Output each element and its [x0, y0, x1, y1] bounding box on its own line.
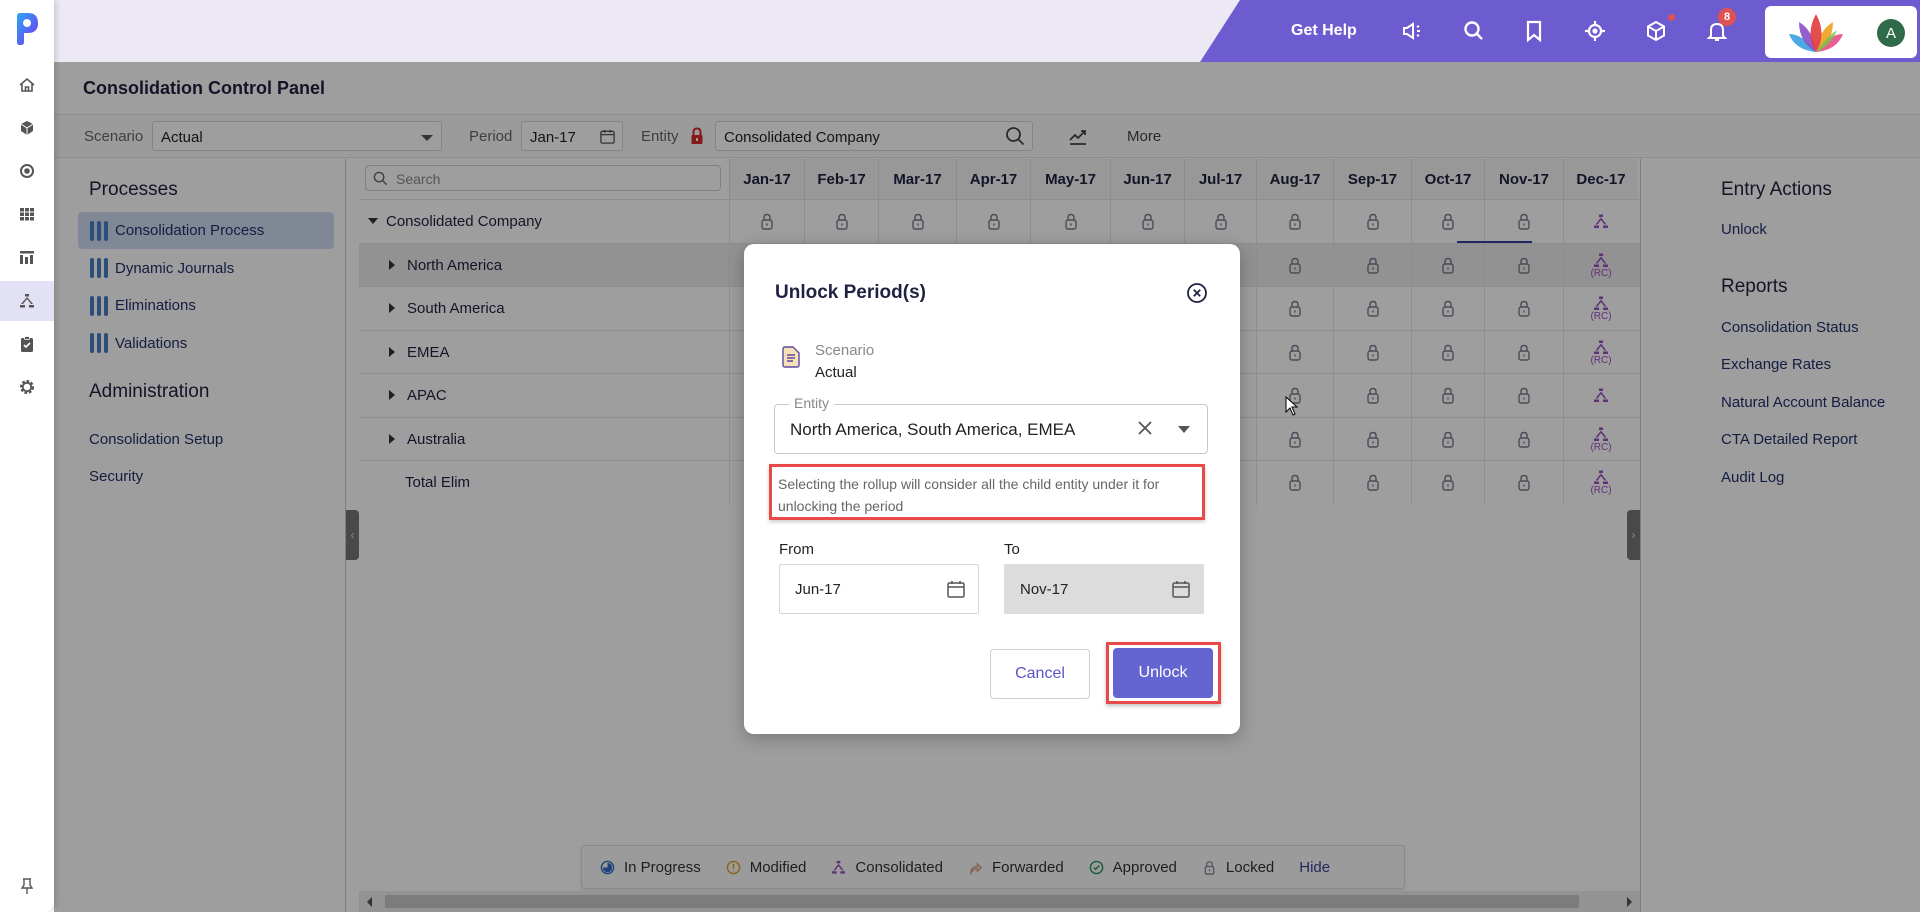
unlock-button[interactable]: Unlock: [1113, 648, 1213, 698]
home-icon[interactable]: [0, 65, 54, 105]
dialog-scenario-label: Scenario: [815, 342, 875, 359]
user-avatar[interactable]: A: [1877, 19, 1905, 47]
unlock-button-highlight: Unlock: [1106, 642, 1221, 704]
brand-area: A: [1765, 6, 1917, 58]
app-logo[interactable]: [14, 12, 40, 46]
dialog-entity-label: Entity: [789, 395, 835, 411]
from-date-picker[interactable]: Jun-17: [779, 564, 979, 614]
dialog-scenario-value: Actual: [815, 364, 857, 381]
chevron-down-icon[interactable]: [1178, 426, 1190, 433]
target-icon[interactable]: [0, 151, 54, 191]
target-icon[interactable]: [1583, 19, 1607, 43]
dialog-entity-select[interactable]: Entity North America, South America, EME…: [774, 395, 1208, 454]
cancel-button[interactable]: Cancel: [990, 649, 1090, 699]
pin-icon[interactable]: [0, 866, 54, 906]
search-icon[interactable]: [1462, 19, 1486, 43]
from-date-value: Jun-17: [795, 581, 841, 598]
dialog-title: Unlock Period(s): [775, 282, 926, 303]
grid-icon[interactable]: [0, 194, 54, 234]
announcement-icon[interactable]: [1400, 19, 1424, 43]
gear-icon[interactable]: [0, 367, 54, 407]
calendar-icon[interactable]: [946, 579, 966, 599]
report-icon[interactable]: [0, 237, 54, 277]
icon-rail: [0, 0, 54, 912]
clipboard-check-icon[interactable]: [0, 324, 54, 364]
get-help-link[interactable]: Get Help: [1291, 22, 1357, 40]
rollup-info-note: Selecting the rollup will consider all t…: [769, 464, 1205, 520]
bookmark-icon[interactable]: [1522, 19, 1546, 43]
from-label: From: [779, 541, 814, 558]
clear-icon[interactable]: [1135, 418, 1155, 438]
top-bar: Get Help 8 A: [54, 0, 1920, 62]
to-date-value: Nov-17: [1020, 581, 1069, 598]
close-icon[interactable]: [1186, 282, 1208, 304]
dialog-entity-value: North America, South America, EMEA: [790, 420, 1076, 439]
unlock-periods-dialog: Unlock Period(s) Scenario Actual Entity …: [744, 244, 1240, 734]
cube-notification-dot: [1668, 14, 1675, 21]
cube-icon[interactable]: [1644, 19, 1668, 43]
to-label: To: [1004, 541, 1020, 558]
hierarchy-icon[interactable]: [0, 281, 54, 321]
notification-badge: 8: [1718, 8, 1736, 26]
cube-icon[interactable]: [0, 108, 54, 148]
brand-lotus-logo: [1789, 14, 1843, 52]
calendar-icon: [1172, 581, 1190, 598]
document-icon: [782, 346, 800, 368]
to-date-picker: Nov-17: [1004, 564, 1204, 614]
mouse-cursor-icon: [1285, 396, 1299, 416]
